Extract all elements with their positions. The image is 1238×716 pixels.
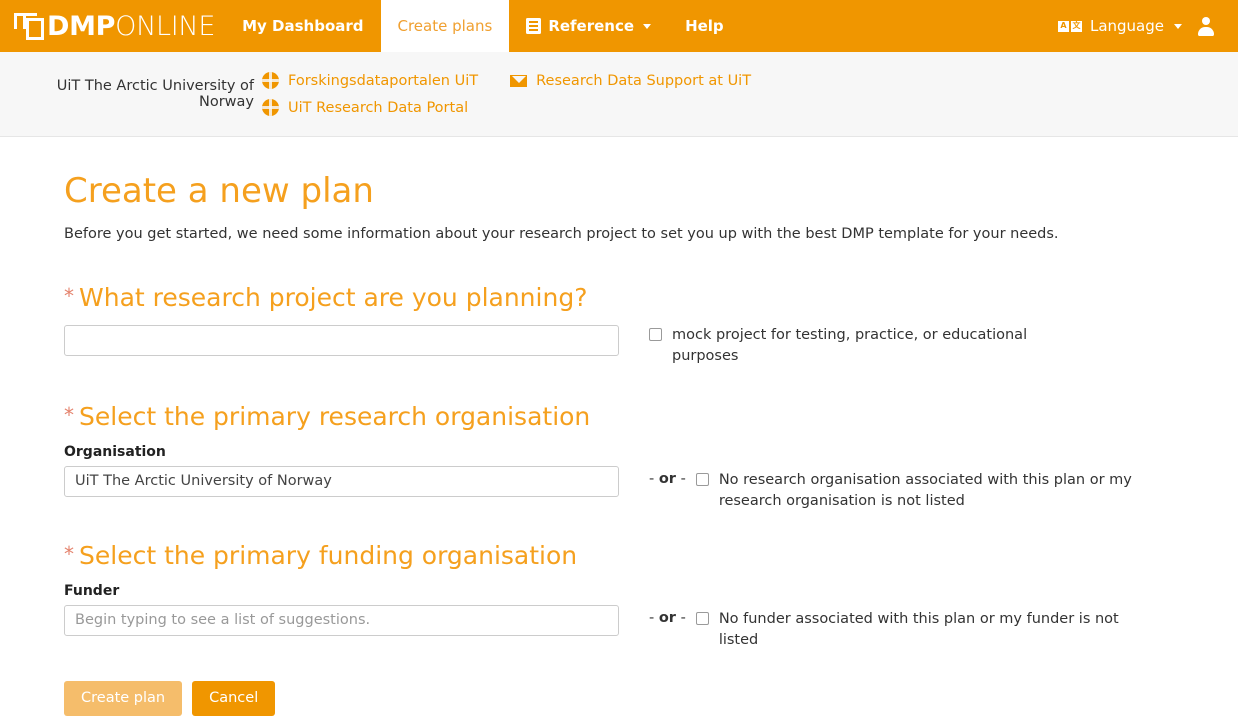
org-link-forskingsdataportalen[interactable]: Forskingsdataportalen UiT: [262, 72, 478, 89]
translate-icon: A 文: [1058, 21, 1082, 32]
or-suffix: -: [681, 610, 686, 626]
organisation-checkbox-cell: - or - No research organisation associat…: [619, 444, 1238, 512]
org-link-research-data-support[interactable]: Research Data Support at UiT: [510, 72, 751, 89]
section-spacer: [64, 367, 1238, 403]
translate-icon-glyph-a: A: [1058, 21, 1069, 32]
mock-project-check-line: mock project for testing, practice, or e…: [649, 325, 1238, 367]
organisation-or-separator: - or -: [649, 470, 686, 487]
language-selector-label: Language: [1090, 17, 1164, 35]
nav-item-help[interactable]: Help: [668, 0, 741, 52]
required-marker: *: [64, 403, 74, 427]
org-link-forskingsdataportalen-label: Forskingsdataportalen UiT: [288, 73, 478, 89]
translate-icon-glyph-b: 文: [1071, 21, 1082, 32]
globe-icon: [262, 72, 279, 89]
nav-item-my-dashboard[interactable]: My Dashboard: [225, 0, 380, 52]
mock-project-checkbox[interactable]: [649, 328, 662, 341]
organisation-banner-name: UiT The Arctic University of Norway: [12, 78, 262, 110]
mock-project-checkbox-label[interactable]: mock project for testing, practice, or e…: [672, 325, 1092, 367]
funder-row: Funder - or - No funder associated with …: [64, 583, 1238, 651]
project-row: mock project for testing, practice, or e…: [64, 325, 1238, 367]
organisation-input[interactable]: [64, 466, 619, 497]
no-organisation-checkbox-label[interactable]: No research organisation associated with…: [719, 470, 1139, 512]
funder-input-cell: Funder: [64, 583, 619, 636]
section-title-project-label: What research project are you planning?: [79, 283, 587, 312]
main-content: Create a new plan Before you get started…: [0, 137, 1238, 716]
project-input-cell: [64, 325, 619, 356]
no-funder-checkbox-label[interactable]: No funder associated with this plan or m…: [719, 609, 1139, 651]
or-word: or: [659, 610, 676, 626]
or-suffix: -: [681, 471, 686, 487]
organisation-field-label: Organisation: [64, 444, 619, 460]
envelope-icon: [510, 75, 527, 87]
chevron-down-icon: [1174, 24, 1182, 29]
organisation-banner-links: Forskingsdataportalen UiT Research Data …: [262, 72, 902, 116]
funder-checkbox-cell: - or - No funder associated with this pl…: [619, 583, 1238, 651]
no-organisation-checkbox[interactable]: [696, 473, 709, 486]
required-marker: *: [64, 284, 74, 308]
section-title-funder: *Select the primary funding organisation: [64, 542, 1238, 571]
organisation-input-cell: Organisation: [64, 444, 619, 497]
nav-item-create-plans[interactable]: Create plans: [381, 0, 510, 52]
user-avatar-icon[interactable]: [1196, 16, 1216, 36]
nav-item-create-plans-label: Create plans: [398, 17, 493, 35]
section-title-funder-label: Select the primary funding organisation: [79, 541, 577, 570]
nav-item-reference-label: Reference: [548, 17, 634, 35]
dmp-pages-logo-icon: [12, 11, 46, 41]
organisation-banner: UiT The Arctic University of Norway Fors…: [0, 52, 1238, 137]
or-prefix: -: [649, 471, 654, 487]
nav-item-my-dashboard-label: My Dashboard: [242, 17, 363, 35]
no-funder-check-line: - or - No funder associated with this pl…: [649, 609, 1238, 651]
brand-wordmark: DMPONLINE: [47, 13, 215, 40]
cancel-button[interactable]: Cancel: [192, 681, 275, 716]
create-plan-button[interactable]: Create plan: [64, 681, 182, 716]
book-icon: [526, 18, 541, 34]
funder-or-separator: - or -: [649, 609, 686, 626]
project-name-input[interactable]: [64, 325, 619, 356]
organisation-row: Organisation - or - No research organisa…: [64, 444, 1238, 512]
brand-light-text: ONLINE: [115, 11, 215, 42]
nav-right-group: A 文 Language: [1058, 0, 1238, 52]
or-prefix: -: [649, 610, 654, 626]
nav-item-reference[interactable]: Reference: [509, 0, 668, 52]
page-intro-text: Before you get started, we need some inf…: [64, 226, 1238, 242]
globe-icon: [262, 99, 279, 116]
form-actions: Create plan Cancel: [64, 681, 1238, 716]
no-organisation-check-line: - or - No research organisation associat…: [649, 470, 1238, 512]
brand-logo-link[interactable]: DMPONLINE: [0, 0, 225, 52]
section-title-organisation: *Select the primary research organisatio…: [64, 403, 1238, 432]
org-link-research-data-portal-label: UiT Research Data Portal: [288, 100, 468, 116]
top-navigation-bar: DMPONLINE My Dashboard Create plans Refe…: [0, 0, 1238, 52]
org-link-research-data-support-label: Research Data Support at UiT: [536, 73, 751, 89]
page-title: Create a new plan: [64, 173, 1238, 210]
section-spacer: [64, 512, 1238, 542]
primary-nav-items: My Dashboard Create plans Reference Help: [225, 0, 741, 52]
chevron-down-icon: [643, 24, 651, 29]
project-checkbox-cell: mock project for testing, practice, or e…: [619, 325, 1238, 367]
brand-bold-text: DMP: [47, 11, 115, 42]
language-selector[interactable]: A 文 Language: [1058, 17, 1182, 35]
no-funder-checkbox[interactable]: [696, 612, 709, 625]
nav-item-help-label: Help: [685, 17, 724, 35]
or-word: or: [659, 471, 676, 487]
funder-input[interactable]: [64, 605, 619, 636]
org-link-research-data-portal[interactable]: UiT Research Data Portal: [262, 99, 468, 116]
section-title-organisation-label: Select the primary research organisation: [79, 402, 590, 431]
required-marker: *: [64, 542, 74, 566]
funder-field-label: Funder: [64, 583, 619, 599]
section-title-project: *What research project are you planning?: [64, 284, 1238, 313]
